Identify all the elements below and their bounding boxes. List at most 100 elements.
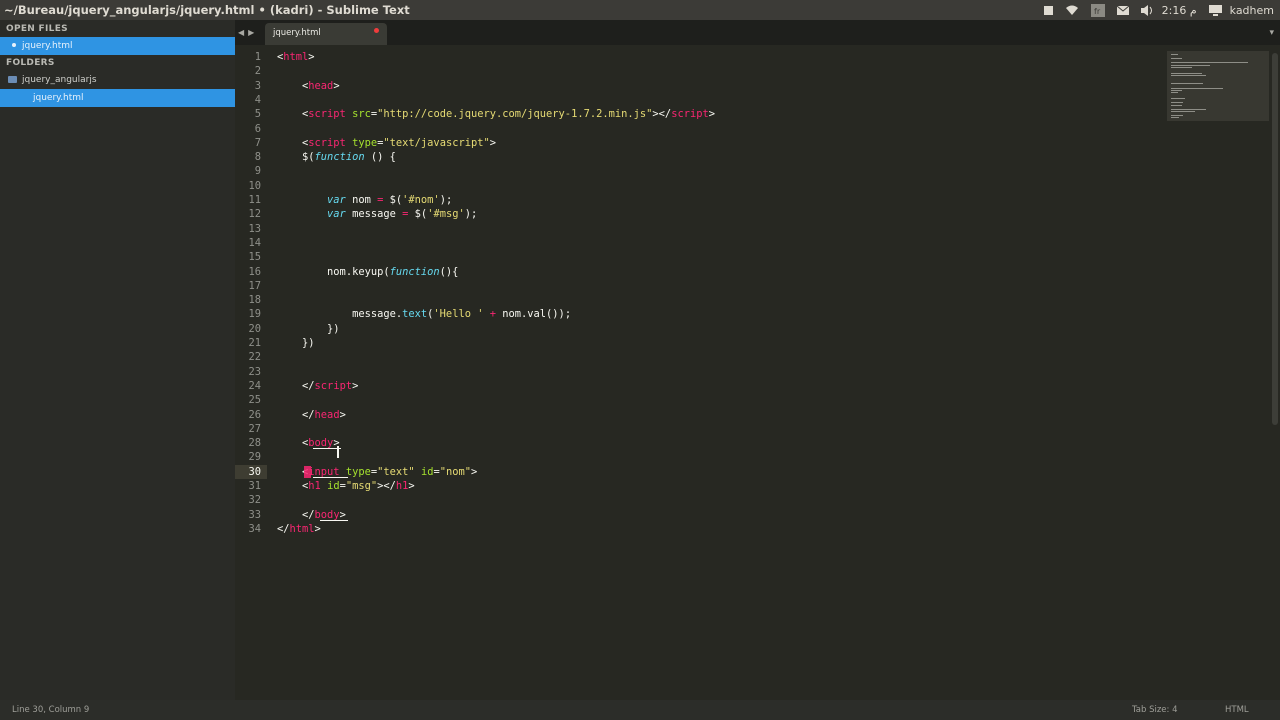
line-number: 5: [254, 108, 261, 121]
line-number: 34: [248, 522, 261, 535]
user-name[interactable]: kadhem: [1230, 4, 1274, 17]
line-number: 31: [248, 480, 261, 492]
line-number: 29: [248, 451, 261, 464]
line-number: 19: [248, 308, 261, 321]
code-line[interactable]: $(function () {: [277, 150, 396, 164]
folder-item-jquery-angularjs[interactable]: jquery_angularjs: [0, 71, 235, 89]
minimap-line: [1171, 67, 1192, 69]
bracket-highlight: [304, 465, 312, 478]
svg-text:fr: fr: [1094, 7, 1101, 16]
minimap[interactable]: [1167, 51, 1269, 121]
tag-match-underline: [319, 519, 348, 521]
unsaved-dot-icon[interactable]: [374, 28, 379, 33]
code-line[interactable]: nom.keyup(function(){: [277, 265, 458, 279]
line-number: 18: [248, 294, 261, 307]
clock[interactable]: م 2:16: [1162, 4, 1197, 17]
line-number: 15: [248, 251, 261, 264]
line-number: 28: [248, 437, 261, 450]
line-number: 26: [248, 408, 261, 421]
volume-icon[interactable]: [1140, 4, 1154, 16]
line-number: 6: [254, 122, 261, 135]
code-line[interactable]: </script>: [277, 379, 358, 393]
tab-nav-arrows-icon[interactable]: ◀▶: [238, 28, 258, 37]
minimap-line: [1171, 73, 1202, 74]
code-line[interactable]: </head>: [277, 408, 346, 422]
session-icon[interactable]: [1208, 4, 1222, 16]
tag-match-underline: [312, 476, 348, 478]
code-line[interactable]: <h1 id="msg"></h1>: [277, 479, 415, 493]
open-files-heading: OPEN FILES: [6, 24, 68, 34]
folder-icon: [8, 76, 17, 83]
minimap-line: [1171, 82, 1203, 84]
window-title: ~/Bureau/jquery_angularjs/jquery.html • …: [4, 3, 410, 17]
line-number: 24: [248, 379, 261, 392]
code-line[interactable]: }): [277, 322, 340, 336]
code-line[interactable]: <html>: [277, 50, 315, 64]
code-line[interactable]: var nom = $('#nom');: [277, 193, 452, 207]
line-number: 25: [248, 394, 261, 407]
minimap-line: [1171, 92, 1178, 93]
line-number: 14: [248, 236, 261, 249]
minimap-line: [1171, 114, 1184, 116]
folder-file-label: jquery.html: [33, 93, 84, 103]
system-tray: fr م 2:16 kadhem: [1032, 0, 1280, 20]
code-line[interactable]: }): [277, 336, 315, 350]
folders-heading: FOLDERS: [6, 58, 55, 68]
line-number: 3: [254, 79, 261, 92]
code-line[interactable]: <head>: [277, 79, 340, 93]
status-bar: Line 30, Column 9 Tab Size: 4 HTML: [0, 700, 1280, 720]
code-line[interactable]: </html>: [277, 522, 321, 536]
line-number: 10: [248, 179, 261, 192]
minimap-line: [1171, 90, 1182, 92]
tab-dropdown-icon[interactable]: ▾: [1269, 28, 1274, 38]
folder-label: jquery_angularjs: [22, 75, 97, 85]
open-file-label: jquery.html: [22, 41, 73, 51]
line-number: 9: [254, 165, 261, 178]
editor[interactable]: 1 2 3 4 5 6 7 8 9 10 11 12 13 14 15 16 17 18 19 20 21 22 23 24 2…: [235, 45, 1280, 700]
minimap-line: [1171, 97, 1186, 99]
code-line[interactable]: <script type="text/javascript">: [277, 136, 496, 150]
close-dot-icon[interactable]: [12, 43, 16, 47]
line-number: 27: [248, 422, 261, 435]
vertical-scrollbar[interactable]: [1272, 53, 1278, 425]
minimap-line: [1171, 57, 1182, 59]
minimap-line: [1171, 116, 1179, 118]
line-number: 30: [248, 465, 261, 478]
minimap-line: [1171, 105, 1182, 107]
line-number: 33: [248, 508, 261, 521]
minimap-line: [1171, 111, 1196, 112]
line-number: 13: [248, 222, 261, 235]
line-number: 2: [254, 65, 261, 78]
tab-jquery-html[interactable]: jquery.html: [265, 23, 387, 45]
open-file-jquery-html[interactable]: jquery.html: [0, 37, 235, 55]
mail-icon[interactable]: [1116, 5, 1129, 15]
code-line[interactable]: <script src="http://code.jquery.com/jque…: [277, 107, 715, 121]
folder-file-jquery-html[interactable]: jquery.html: [0, 89, 235, 107]
line-number: 11: [248, 194, 261, 206]
stop-icon[interactable]: [1043, 5, 1053, 15]
tab-label: jquery.html: [273, 28, 321, 38]
tab-size-selector[interactable]: Tab Size: 4: [1132, 700, 1178, 720]
cursor-position: Line 30, Column 9: [12, 705, 90, 715]
sidebar: OPEN FILES jquery.html FOLDERS jquery_an…: [0, 20, 235, 700]
top-panel: ~/Bureau/jquery_angularjs/jquery.html • …: [0, 0, 1280, 20]
line-number: 23: [248, 365, 261, 378]
line-number: 12: [248, 208, 261, 221]
line-number: 8: [254, 151, 261, 164]
tab-bar: ◀▶ jquery.html ▾: [235, 20, 1280, 45]
keyboard-layout-icon[interactable]: fr: [1090, 3, 1105, 17]
wifi-icon[interactable]: [1065, 5, 1079, 16]
line-number: 21: [248, 337, 261, 349]
code-line[interactable]: message.text('Hello ' + nom.val());: [277, 307, 571, 321]
code-line[interactable]: var message = $('#msg');: [277, 207, 477, 221]
line-number: 17: [248, 279, 261, 292]
line-number: 32: [248, 494, 261, 507]
syntax-selector[interactable]: HTML: [1225, 700, 1249, 720]
line-number: 16: [248, 265, 261, 278]
minimap-line: [1171, 74, 1207, 76]
line-number: 22: [248, 351, 261, 364]
line-number: 4: [254, 93, 261, 106]
minimap-line: [1171, 88, 1223, 90]
mouse-ibeam-icon: [337, 446, 340, 459]
line-number: 20: [248, 322, 261, 335]
